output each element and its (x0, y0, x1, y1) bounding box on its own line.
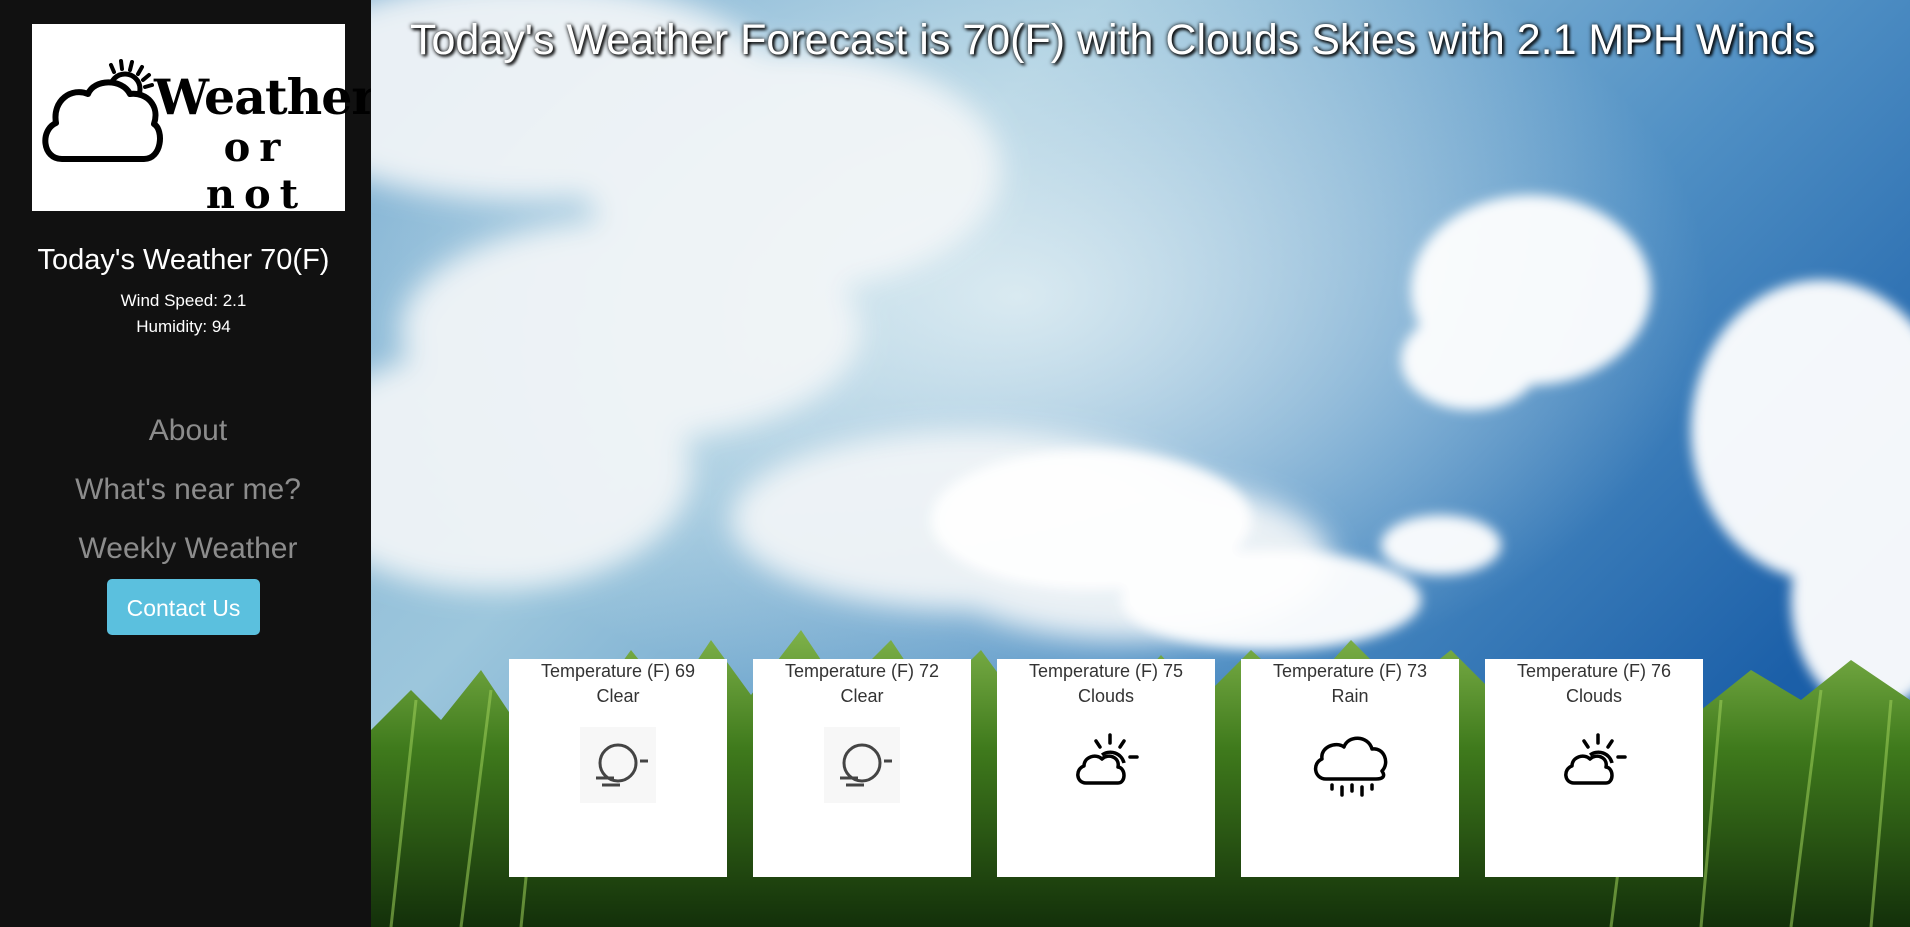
forecast-temperature: Temperature (F) 69 (540, 661, 696, 681)
main-content: Today's Weather Forecast is 70(F) with C… (371, 0, 1910, 927)
logo-text-weather: Weather (154, 68, 377, 126)
current-weather-summary: Today's Weather 70(F) (37, 244, 330, 276)
clear-night-icon (580, 727, 656, 803)
forecast-condition: Clouds (1565, 686, 1623, 706)
nav-weekly-weather-link[interactable]: Weekly Weather (0, 532, 376, 566)
contact-us-button[interactable]: Contact Us (107, 579, 260, 635)
rain-cloud-icon (1313, 736, 1388, 797)
forecast-condition: Clear (840, 686, 884, 706)
forecast-headline: Today's Weather Forecast is 70(F) with C… (410, 16, 1816, 64)
forecast-card: Temperature (F) 69 Clear (509, 659, 727, 877)
forecast-condition: Clouds (1077, 686, 1135, 706)
partly-cloudy-icon (1076, 733, 1139, 785)
partly-cloudy-icon (1564, 733, 1627, 785)
forecast-temperature: Temperature (F) 75 (1028, 661, 1184, 681)
wind-speed: Wind Speed: 2.1 (120, 291, 247, 310)
humidity: Humidity: 94 (136, 317, 231, 336)
clear-night-icon (824, 727, 900, 803)
nav-whats-near-me-link[interactable]: What's near me? (0, 473, 376, 507)
logo[interactable]: Weather or not (32, 24, 377, 218)
forecast-temperature: Temperature (F) 72 (784, 661, 940, 681)
forecast-condition: Rain (1331, 686, 1369, 706)
weather-page: Weather or not Today's Weather 70(F) Win… (0, 0, 1910, 927)
forecast-card: Temperature (F) 72 Clear (753, 659, 971, 877)
nav-about-link[interactable]: About (0, 414, 376, 448)
forecast-temperature: Temperature (F) 73 (1272, 661, 1428, 681)
forecast-condition: Clear (596, 686, 640, 706)
forecast-card: Temperature (F) 73 Rain (1241, 659, 1459, 877)
forecast-card: Temperature (F) 75 Clouds (997, 659, 1215, 877)
forecast-card: Temperature (F) 76 Clouds (1485, 659, 1703, 877)
sidebar: Weather or not Today's Weather 70(F) Win… (0, 0, 377, 927)
logo-text-or-not: or not (205, 124, 308, 218)
forecast-temperature: Temperature (F) 76 (1516, 661, 1672, 681)
